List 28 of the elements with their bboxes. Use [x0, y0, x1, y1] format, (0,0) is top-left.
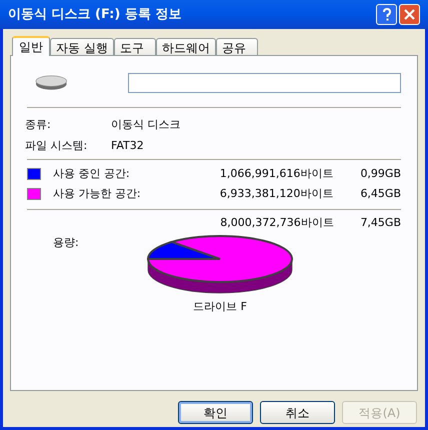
space-bytes: 6,933,381,120바이트	[218, 186, 334, 202]
close-button[interactable]	[399, 4, 420, 25]
question-mark-icon	[382, 8, 392, 21]
dialog-button[interactable]: 확인	[178, 401, 253, 424]
capacity-size: 7,45GB	[359, 214, 401, 231]
info-value: 이동식 디스크	[111, 117, 180, 134]
space-label: 사용 중인 공간:	[52, 166, 131, 182]
info-label: 파일 시스템:	[25, 138, 88, 154]
tab[interactable]: 공유	[216, 38, 258, 55]
drive-icon	[35, 75, 68, 91]
space-size: 0,99GB	[359, 166, 401, 182]
space-label: 사용 가능한 공간:	[52, 186, 142, 202]
tab[interactable]: 자동 실행	[50, 38, 114, 55]
info-label: 종류:	[25, 117, 52, 134]
window-title: 이동식 디스크 (F:) 등록 정보	[8, 6, 182, 24]
space-bytes: 1,066,991,616바이트	[218, 166, 334, 182]
capacity-bytes: 8,000,372,736바이트	[219, 214, 334, 231]
capacity-label: 용량:	[53, 235, 80, 251]
dialog-button[interactable]: 취소	[260, 401, 335, 424]
tab[interactable]: 도구	[114, 38, 156, 55]
help-button[interactable]	[376, 4, 397, 25]
close-icon	[404, 9, 415, 20]
info-value: FAT32	[111, 138, 144, 154]
name-field[interactable]	[128, 73, 401, 93]
tab[interactable]: 일반	[12, 36, 50, 56]
space-size: 6,45GB	[359, 186, 401, 202]
chart-title: 드라이브 F	[193, 299, 247, 315]
tab[interactable]: 하드웨어	[156, 38, 216, 55]
